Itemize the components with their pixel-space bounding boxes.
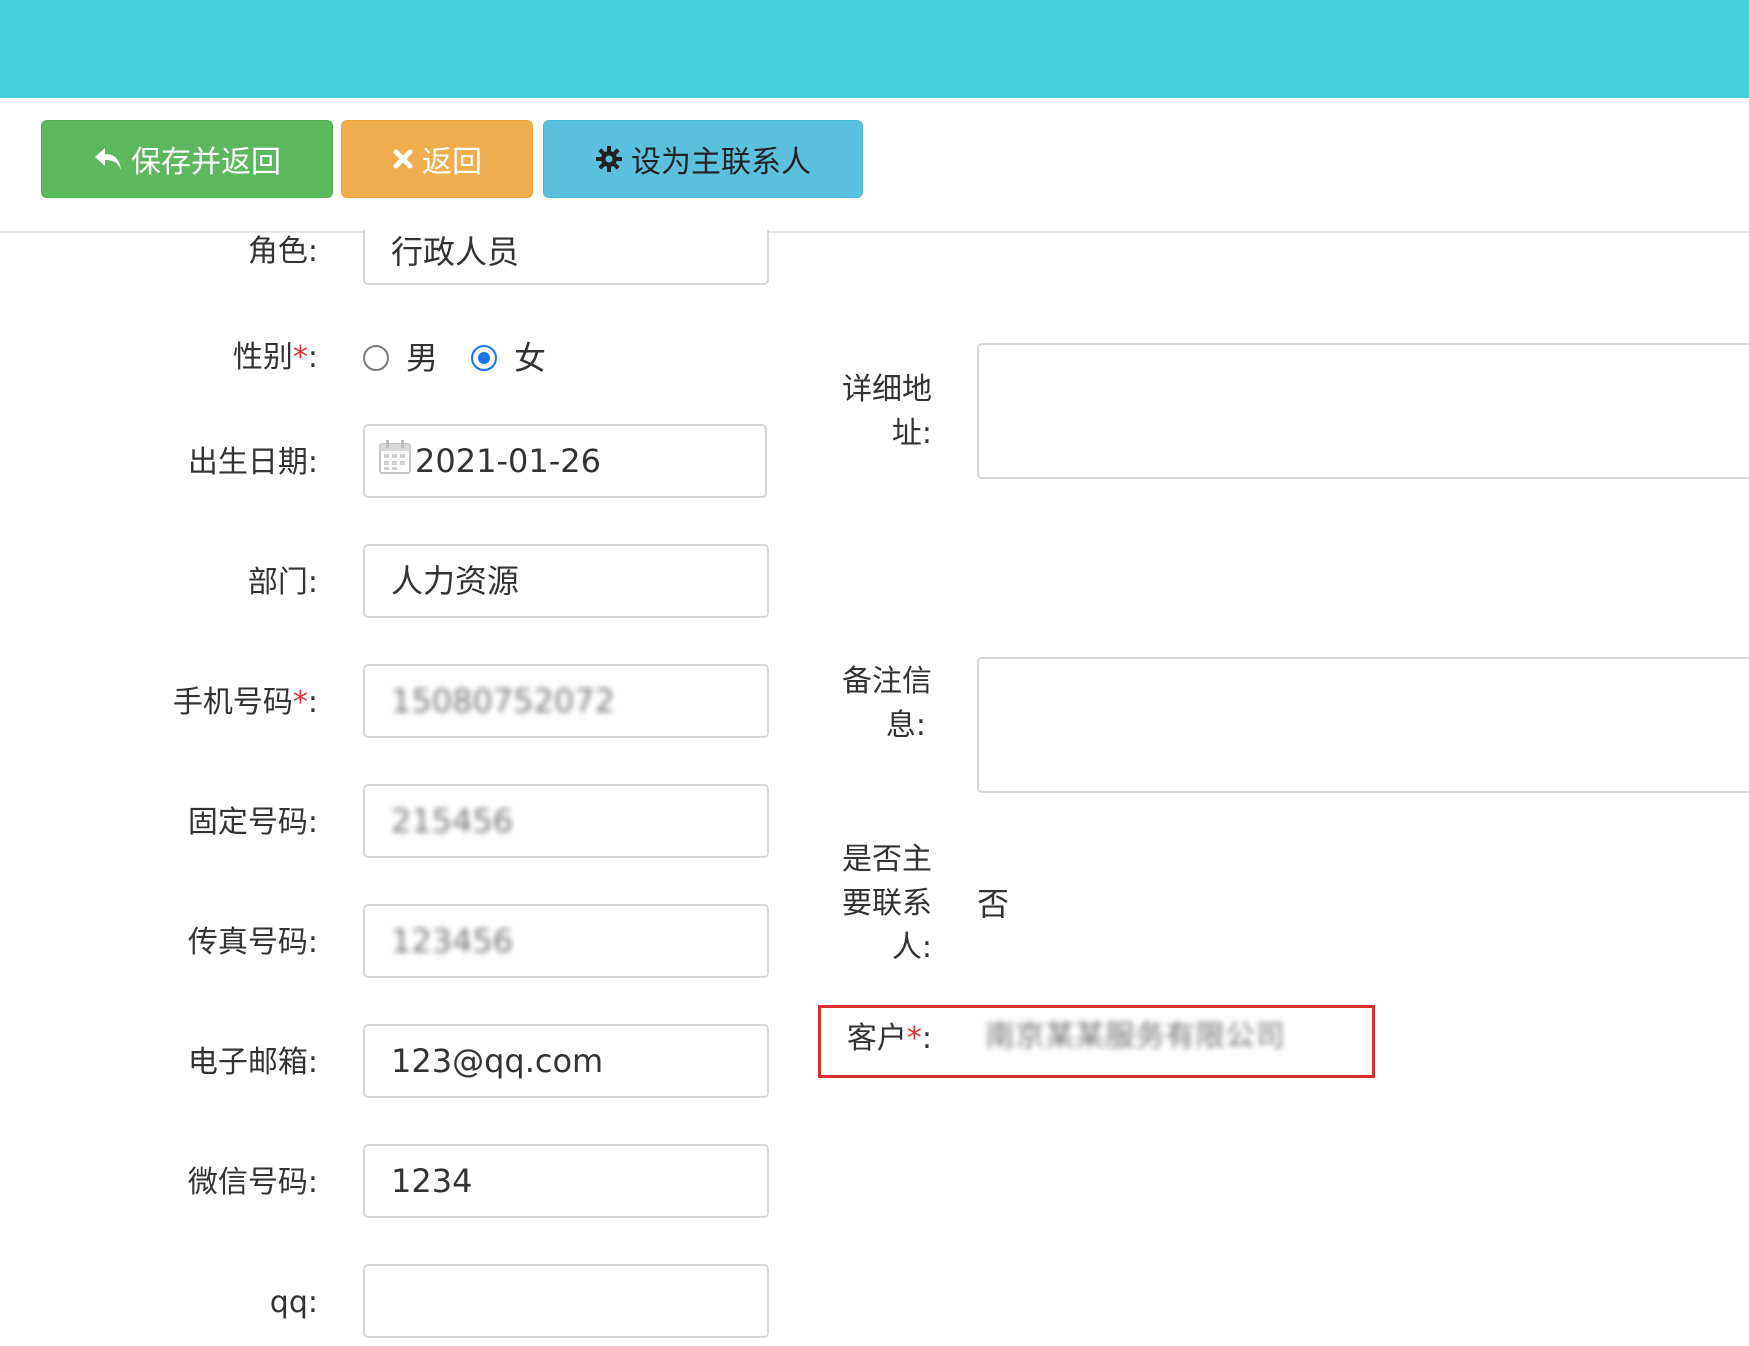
wechat-field[interactable]: 1234	[363, 1144, 769, 1218]
gender-radio-male[interactable]	[363, 345, 389, 371]
role-label: 角色:	[247, 234, 318, 269]
set-primary-contact-button[interactable]: 设为主联系人	[543, 120, 863, 198]
top-header-bar	[0, 0, 1749, 98]
close-icon	[392, 148, 414, 170]
role-field[interactable]: 行政人员	[363, 230, 769, 285]
fax-field[interactable]: 123456	[363, 904, 769, 978]
save-and-return-label: 保存并返回	[131, 145, 281, 180]
gender-radio-female[interactable]	[471, 345, 497, 371]
customer-label-colon: :	[921, 1021, 932, 1056]
mobile-label-colon: :	[307, 685, 318, 720]
address-textarea[interactable]	[977, 343, 1749, 479]
fax-label: 传真号码:	[187, 925, 318, 960]
email-field[interactable]: 123@qq.com	[363, 1024, 769, 1098]
department-field[interactable]: 人力资源	[363, 544, 769, 618]
is-primary-label-line2: 要联系	[842, 886, 932, 921]
birth-date-value: 2021-01-26	[415, 442, 601, 480]
remarks-textarea[interactable]	[977, 657, 1749, 793]
required-mark: *	[292, 340, 308, 375]
required-mark: *	[292, 685, 308, 720]
required-mark: *	[906, 1021, 922, 1056]
is-primary-label-line1: 是否主	[842, 842, 932, 877]
mobile-label: 手机号码*:	[150, 681, 318, 725]
email-label: 电子邮箱:	[187, 1045, 318, 1080]
gender-label-text: 性别	[232, 340, 293, 375]
remarks-label-line2: 息:	[885, 708, 926, 743]
gender-label-colon: :	[307, 340, 318, 375]
customer-value: 南京某某服务有限公司	[985, 1019, 1285, 1054]
remarks-label-line1: 备注信	[842, 664, 932, 699]
landline-field[interactable]: 215456	[363, 784, 769, 858]
is-primary-label-line3: 人:	[891, 930, 932, 965]
fax-value: 123456	[391, 922, 514, 960]
mobile-field[interactable]: 15080752072	[363, 664, 769, 738]
calendar-icon	[379, 428, 411, 496]
birth-date-label: 出生日期:	[187, 445, 318, 480]
qq-field[interactable]	[363, 1264, 769, 1338]
back-label: 返回	[422, 145, 482, 180]
address-label-line1: 详细地	[842, 372, 932, 407]
gender-label: 性别*:	[150, 336, 318, 380]
is-primary-label: 是否主 要联系 人:	[790, 838, 932, 970]
action-toolbar: 保存并返回 返回 设为主联系人	[0, 98, 1749, 233]
gender-option-male: 男	[406, 339, 439, 377]
gender-option-female: 女	[514, 339, 547, 377]
gear-icon	[595, 145, 623, 173]
qq-label: qq:	[269, 1285, 318, 1320]
birth-date-field[interactable]: 2021-01-26	[363, 424, 767, 498]
is-primary-value: 否	[977, 885, 1010, 923]
wechat-label: 微信号码:	[187, 1165, 318, 1200]
department-label: 部门:	[247, 565, 318, 600]
customer-label-text: 客户	[846, 1021, 907, 1056]
customer-label: 客户*:	[820, 1017, 932, 1061]
landline-label: 固定号码:	[187, 805, 318, 840]
address-label: 详细地 址:	[790, 368, 932, 456]
landline-value: 215456	[391, 802, 514, 840]
reply-icon	[93, 146, 123, 172]
remarks-label: 备注信 息:	[790, 660, 932, 748]
back-button[interactable]: 返回	[341, 120, 533, 198]
mobile-label-text: 手机号码	[172, 685, 293, 720]
set-primary-contact-label: 设为主联系人	[631, 145, 811, 180]
mobile-value: 15080752072	[391, 682, 615, 720]
save-and-return-button[interactable]: 保存并返回	[41, 120, 333, 198]
address-label-line2: 址:	[891, 416, 932, 451]
